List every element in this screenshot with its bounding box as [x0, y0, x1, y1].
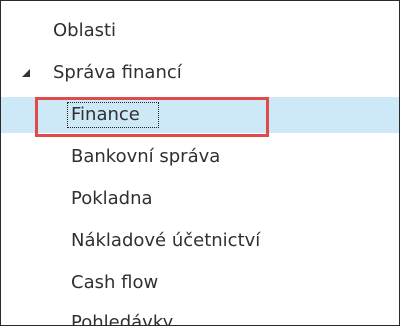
tree-item-label: Bankovní správa: [71, 146, 221, 167]
tree-root-label: Oblasti: [53, 20, 117, 41]
tree-root-node[interactable]: Oblasti: [1, 13, 399, 49]
tree-group-label: Správa financí: [53, 62, 182, 83]
tree-item-label: Finance: [71, 104, 140, 125]
tree-item-pohledavky[interactable]: Pohledávky: [1, 305, 399, 326]
tree-item-finance[interactable]: Finance: [1, 97, 399, 133]
tree-item-pokladna[interactable]: Pokladna: [1, 181, 399, 217]
tree-item-bankovni-sprava[interactable]: Bankovní správa: [1, 139, 399, 175]
tree-item-nakladove-ucetnictvi[interactable]: Nákladové účetnictví: [1, 223, 399, 259]
tree-item-label: Cash flow: [71, 272, 159, 293]
navigation-tree-panel: Oblasti Správa financí Finance Bankovní …: [0, 0, 400, 326]
expanded-triangle-icon[interactable]: [22, 69, 30, 77]
tree-item-label: Pohledávky: [71, 312, 174, 326]
tree-group-node-sprava-financi[interactable]: Správa financí: [1, 55, 399, 91]
tree-item-cash-flow[interactable]: Cash flow: [1, 265, 399, 301]
tree-item-label: Pokladna: [71, 188, 153, 209]
tree-item-label: Nákladové účetnictví: [71, 230, 261, 251]
